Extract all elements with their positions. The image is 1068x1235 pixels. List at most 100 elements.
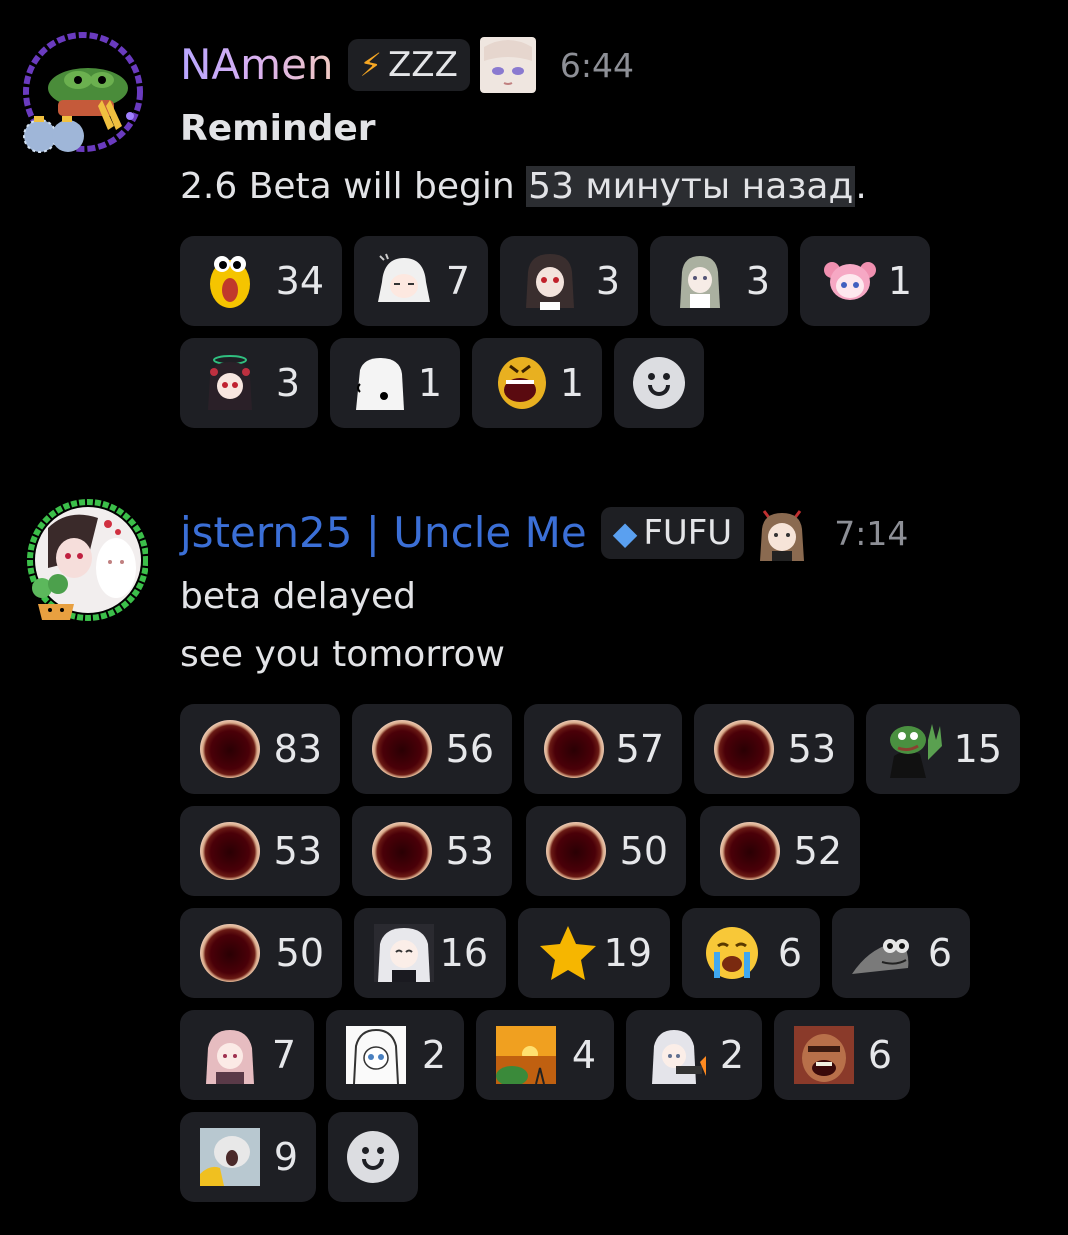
guild-tag-label: ZZZ (388, 45, 458, 85)
reaction-chip[interactable]: 2 (326, 1010, 464, 1100)
hole-emoji (200, 720, 260, 778)
user-avatar[interactable] (18, 30, 148, 160)
reaction-chip[interactable]: 56 (352, 704, 512, 794)
message-line: beta delayed (180, 576, 416, 617)
reaction-count: 4 (571, 1033, 596, 1077)
username[interactable]: NAmen (180, 30, 334, 100)
pink-hair-girl-emoji (824, 262, 876, 300)
reaction-count: 16 (439, 931, 488, 975)
user-avatar[interactable] (18, 498, 149, 628)
anime-girl-icon[interactable] (479, 37, 536, 93)
sketch-girl-emoji (346, 1026, 406, 1084)
reaction-count: 9 (273, 1135, 298, 1179)
reaction-chip[interactable]: 15 (866, 704, 1020, 794)
reaction-count: 1 (417, 361, 442, 405)
crying-face-emoji (706, 927, 758, 979)
guild-tag[interactable]: ⚡ ZZZ (347, 39, 470, 91)
anime-girl-emoji (374, 924, 434, 982)
reaction-count: 3 (275, 361, 300, 405)
smile-icon (633, 357, 685, 409)
white-blob-emoji (356, 358, 404, 410)
add-reaction-button[interactable] (328, 1112, 418, 1202)
white-hair-girl-emoji (378, 253, 430, 302)
reaction-count: 50 (275, 931, 324, 975)
reaction-count: 50 (619, 829, 668, 873)
guild-tag-label: FUFU (643, 513, 733, 553)
dark-hair-girl-emoji (526, 254, 574, 310)
horned-girl-icon[interactable] (754, 505, 810, 561)
reaction-count: 57 (615, 727, 664, 771)
reaction-count: 53 (273, 829, 322, 873)
reaction-chip[interactable]: 6 (832, 908, 970, 998)
reaction-count: 83 (273, 727, 322, 771)
reaction-count: 52 (793, 829, 842, 873)
smile-icon (347, 1131, 399, 1183)
hole-emoji (200, 822, 260, 880)
frog-avatar-icon (23, 32, 143, 153)
reaction-chip[interactable]: 9 (180, 1112, 316, 1202)
body-suffix: . (855, 166, 867, 207)
screaming-face-emoji (498, 357, 546, 409)
reaction-chip[interactable]: 57 (524, 704, 682, 794)
reaction-chip[interactable]: 34 (180, 236, 342, 326)
reaction-count: 2 (421, 1033, 446, 1077)
hole-emoji (546, 822, 606, 880)
reaction-chip[interactable]: 50 (180, 908, 342, 998)
reaction-count: 53 (445, 829, 494, 873)
timestamp: 7:14 (834, 513, 909, 553)
reaction-chip[interactable]: 3 (650, 236, 788, 326)
guild-tag[interactable]: ◆ FUFU (600, 507, 745, 559)
message-content: NAmen ⚡ ZZZ 6:44 Reminder 2.6 Beta will … (180, 30, 1048, 428)
reaction-count: 2 (719, 1033, 744, 1077)
reaction-count: 56 (445, 727, 494, 771)
reaction-count: 3 (745, 259, 770, 303)
anime-avatar-icon (27, 499, 149, 621)
reaction-chip[interactable]: 3 (500, 236, 638, 326)
reaction-chip[interactable]: 6 (774, 1010, 910, 1100)
username[interactable]: jstern25 | Uncle Me (180, 498, 587, 568)
reaction-chip[interactable]: 1 (330, 338, 460, 428)
reaction-chip[interactable]: 2 (626, 1010, 762, 1100)
gun-girl-emoji (652, 1030, 706, 1084)
reaction-count: 1 (887, 259, 912, 303)
lightning-icon: ⚡ (359, 46, 382, 84)
reaction-count: 7 (271, 1033, 296, 1077)
reaction-chip[interactable]: 1 (800, 236, 930, 326)
diamond-icon: ◆ (612, 514, 638, 552)
hooded-girl-emoji (206, 1030, 254, 1084)
reaction-count: 6 (867, 1033, 892, 1077)
reaction-chip[interactable]: 53 (694, 704, 854, 794)
add-reaction-button[interactable] (614, 338, 704, 428)
timestamp-mention[interactable]: 53 минуты назад (526, 166, 856, 207)
reaction-count: 1 (559, 361, 584, 405)
reaction-chip[interactable]: 16 (354, 908, 506, 998)
reaction-chip[interactable]: 7 (180, 1010, 314, 1100)
laughing-man-emoji (794, 1026, 854, 1084)
reaction-chip[interactable]: 50 (526, 806, 686, 896)
reaction-chip[interactable]: 53 (180, 806, 340, 896)
reaction-chip[interactable]: 3 (180, 338, 318, 428)
reaction-count: 7 (445, 259, 470, 303)
reaction-chip[interactable]: 19 (518, 908, 670, 998)
sunset-frog-emoji (496, 1026, 556, 1084)
reaction-chip[interactable]: 1 (472, 338, 602, 428)
hole-emoji (372, 720, 432, 778)
maid-girl-emoji (680, 256, 720, 308)
reaction-chip[interactable]: 52 (700, 806, 860, 896)
hole-emoji (200, 924, 260, 982)
message-header: jstern25 | Uncle Me ◆ FUFU 7:14 (180, 498, 1048, 568)
message-line: see you tomorrow (180, 634, 505, 675)
reaction-chip[interactable]: 53 (352, 806, 512, 896)
message-title: Reminder (180, 108, 376, 149)
reaction-chip[interactable]: 7 (354, 236, 488, 326)
hole-emoji (372, 822, 432, 880)
reaction-chip[interactable]: 6 (682, 908, 820, 998)
reaction-count: 19 (603, 931, 652, 975)
reaction-chip[interactable]: 4 (476, 1010, 614, 1100)
message-body: 2.6 Beta will begin 53 минуты назад. (180, 158, 1048, 216)
hole-emoji (720, 822, 780, 880)
body-prefix: 2.6 Beta will begin (180, 166, 527, 207)
surprised-chick-emoji (210, 256, 250, 308)
reaction-chip[interactable]: 83 (180, 704, 340, 794)
hole-emoji (714, 720, 774, 778)
